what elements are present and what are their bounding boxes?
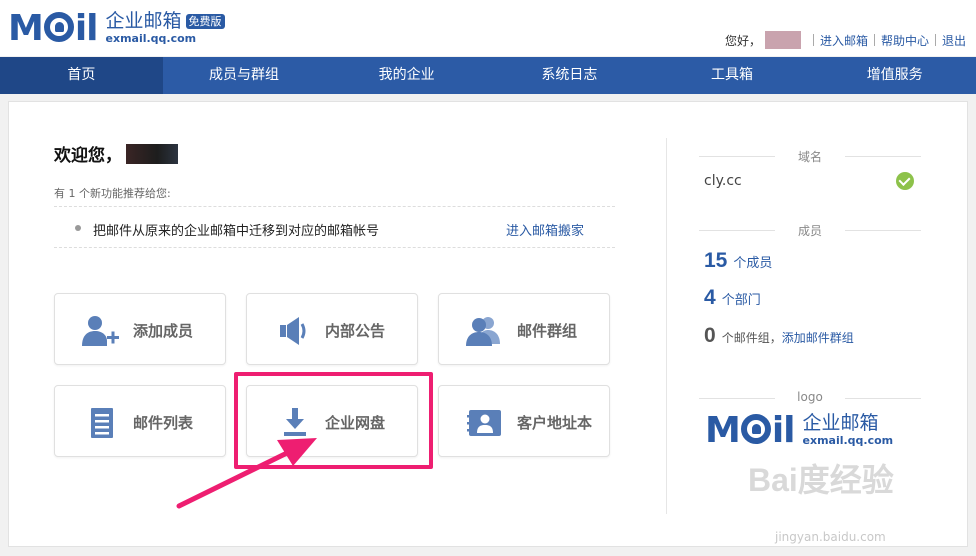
username-redacted bbox=[126, 143, 178, 164]
member-count-number: 15 bbox=[704, 249, 728, 272]
announcement-tile[interactable]: 内部公告 bbox=[246, 293, 418, 365]
logo-mail-mark: Mil bbox=[8, 8, 99, 49]
domain-value: cly.cc bbox=[704, 173, 742, 189]
member-count-unit: 个成员 bbox=[733, 256, 773, 271]
nav-item-home[interactable]: 首页 bbox=[0, 57, 163, 94]
mail-group-count: 0 个邮件组， 添加邮件群组 bbox=[704, 324, 854, 348]
pointer-arrow-icon bbox=[176, 438, 317, 509]
nav-item-members-groups[interactable]: 成员与群组 bbox=[163, 57, 326, 94]
domain-heading: 域名 bbox=[699, 148, 921, 165]
members-heading: 成员 bbox=[699, 222, 921, 239]
nav-item-system-log[interactable]: 系统日志 bbox=[488, 57, 651, 94]
group-icon bbox=[466, 317, 500, 346]
recommendation-row: 把邮件从原来的企业邮箱中迁移到对应的邮箱帐号 进入邮箱搬家 bbox=[54, 206, 615, 248]
header: Mil 企业邮箱 免费版 exmail.qq.com 您好， 进入邮箱 帮助中心 … bbox=[0, 0, 976, 56]
mail-group-count-unit: 个邮件组， bbox=[721, 331, 782, 345]
bullet-icon bbox=[75, 225, 81, 231]
list-icon bbox=[91, 408, 113, 438]
divider bbox=[812, 34, 814, 46]
department-count-number: 4 bbox=[704, 286, 716, 309]
nav-item-toolbox[interactable]: 工具箱 bbox=[651, 57, 814, 94]
add-mail-group-link[interactable]: 添加邮件群组 bbox=[782, 329, 854, 346]
watermark-url: jingyan.baidu.com bbox=[775, 530, 886, 544]
check-icon bbox=[896, 172, 914, 190]
tile-label: 添加成员 bbox=[133, 322, 194, 340]
logout-link[interactable]: 退出 bbox=[942, 32, 966, 49]
add-user-icon bbox=[82, 316, 119, 346]
divider bbox=[934, 34, 936, 46]
greeting-text: 您好， bbox=[724, 33, 761, 48]
brand-name: 企业邮箱 bbox=[105, 10, 182, 32]
mail-group-tile[interactable]: 邮件群组 bbox=[438, 293, 610, 365]
logo-mail-mark: Mil bbox=[705, 410, 796, 451]
add-member-tile[interactable]: 添加成员 bbox=[54, 293, 226, 365]
welcome-heading: 欢迎您， bbox=[54, 141, 178, 166]
brand-logo[interactable]: Mil 企业邮箱 免费版 exmail.qq.com bbox=[8, 10, 225, 48]
brand-url: exmail.qq.com bbox=[105, 32, 197, 45]
department-count[interactable]: 4 个部门 bbox=[704, 286, 761, 310]
edition-badge: 免费版 bbox=[185, 13, 225, 29]
nav-item-my-company[interactable]: 我的企业 bbox=[325, 57, 488, 94]
top-links: 您好， 进入邮箱 帮助中心 退出 bbox=[725, 31, 966, 49]
speaker-icon bbox=[280, 317, 306, 345]
mailbox-migration-link[interactable]: 进入邮箱搬家 bbox=[506, 220, 584, 239]
enter-mailbox-link[interactable]: 进入邮箱 bbox=[820, 32, 868, 49]
watermark: Bai度经验 bbox=[748, 462, 894, 498]
main-nav: 首页 成员与群组 我的企业 系统日志 工具箱 增值服务 bbox=[0, 57, 976, 94]
nav-item-value-added[interactable]: 增值服务 bbox=[813, 57, 976, 94]
tile-label: 内部公告 bbox=[325, 322, 386, 340]
username-redacted bbox=[764, 31, 801, 49]
tile-label: 客户地址本 bbox=[517, 414, 593, 432]
contact-card-icon bbox=[467, 410, 501, 436]
department-count-unit: 个部门 bbox=[721, 293, 761, 308]
vertical-divider bbox=[666, 138, 667, 514]
company-logo-name: 企业邮箱 bbox=[802, 412, 879, 434]
tile-label: 邮件群组 bbox=[517, 322, 578, 340]
company-logo-url: exmail.qq.com bbox=[802, 434, 894, 447]
divider bbox=[873, 34, 875, 46]
mail-group-count-number: 0 bbox=[704, 324, 716, 347]
recommendation-text: 把邮件从原来的企业邮箱中迁移到对应的邮箱帐号 bbox=[93, 224, 380, 239]
help-center-link[interactable]: 帮助中心 bbox=[881, 32, 929, 49]
recommend-note: 有 1 个新功能推荐给您: bbox=[54, 187, 171, 200]
company-logo: Mil 企业邮箱 exmail.qq.com bbox=[705, 412, 893, 450]
address-book-tile[interactable]: 客户地址本 bbox=[438, 385, 610, 457]
logo-heading: logo bbox=[699, 390, 921, 404]
member-count[interactable]: 15 个成员 bbox=[704, 249, 772, 273]
